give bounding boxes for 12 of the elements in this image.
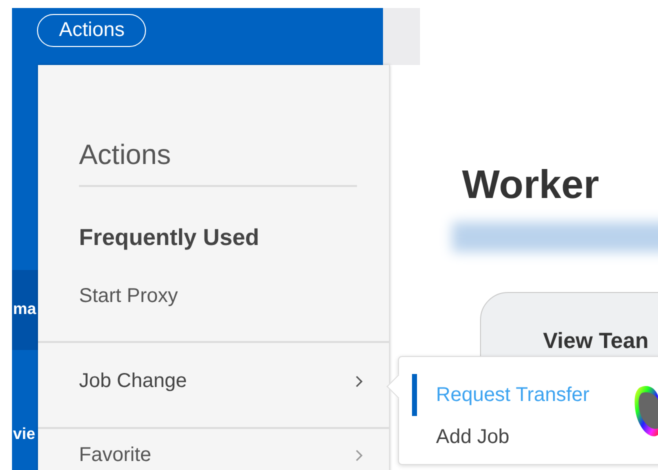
submenu-item[interactable]: Add Job (399, 416, 658, 458)
chevron-right-icon (355, 375, 363, 388)
actions-button[interactable]: Actions (37, 14, 146, 47)
menu-item[interactable]: Job Change (38, 343, 389, 429)
page-title: Worker (462, 163, 600, 208)
sidebar-item[interactable]: vie (12, 420, 38, 450)
menu-title: Actions (79, 139, 357, 187)
menu-item[interactable]: Favorite (38, 429, 389, 470)
sidebar-item[interactable]: ma (12, 270, 38, 350)
section-heading: Frequently Used (79, 224, 260, 251)
chevron-right-icon (355, 449, 363, 462)
menu-item[interactable]: Start Proxy (38, 251, 389, 343)
